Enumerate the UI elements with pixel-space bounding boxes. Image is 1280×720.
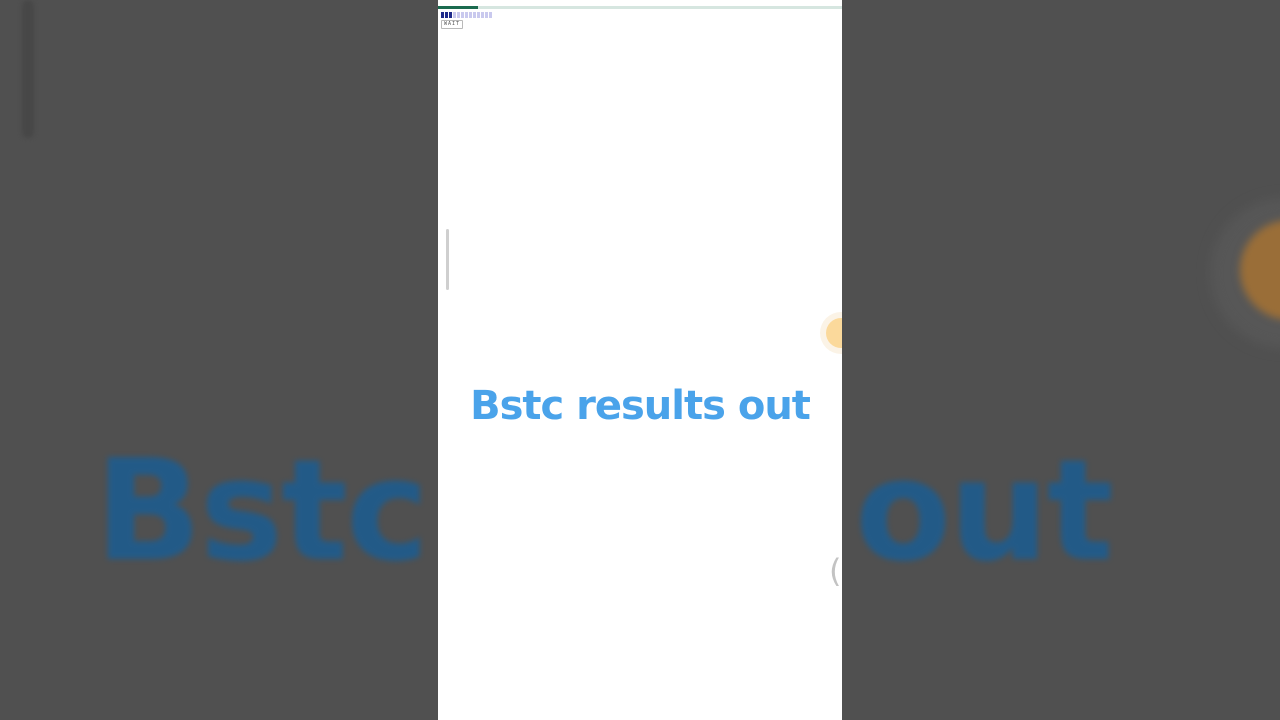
signal-bar xyxy=(477,12,480,18)
scroll-handle[interactable] xyxy=(446,229,449,290)
badge-icon[interactable] xyxy=(826,318,842,348)
signal-bar xyxy=(465,12,468,18)
load-progress-fill xyxy=(438,6,479,9)
phone-frame: WAIT ( Bstc results out xyxy=(438,0,842,720)
signal-bar xyxy=(469,12,472,18)
signal-bars-icon xyxy=(441,12,492,18)
signal-bar xyxy=(441,12,444,18)
load-progress-bar xyxy=(438,6,842,9)
backdrop-headline-left: Bstc xyxy=(95,430,429,593)
signal-bar xyxy=(481,12,484,18)
signal-bar xyxy=(461,12,464,18)
headline: Bstc results out xyxy=(470,383,811,429)
signal-bar xyxy=(445,12,448,18)
signal-bar xyxy=(453,12,456,18)
video-player[interactable]: Bstc s out WAIT ( Bstc results out xyxy=(0,0,1280,720)
side-glyph: ( xyxy=(829,552,842,590)
backdrop-scrollbar xyxy=(22,0,34,138)
signal-bar xyxy=(473,12,476,18)
signal-bar xyxy=(457,12,460,18)
signal-bar xyxy=(485,12,488,18)
signal-bar xyxy=(449,12,452,18)
signal-bar xyxy=(489,12,492,18)
wait-badge: WAIT xyxy=(441,20,464,29)
